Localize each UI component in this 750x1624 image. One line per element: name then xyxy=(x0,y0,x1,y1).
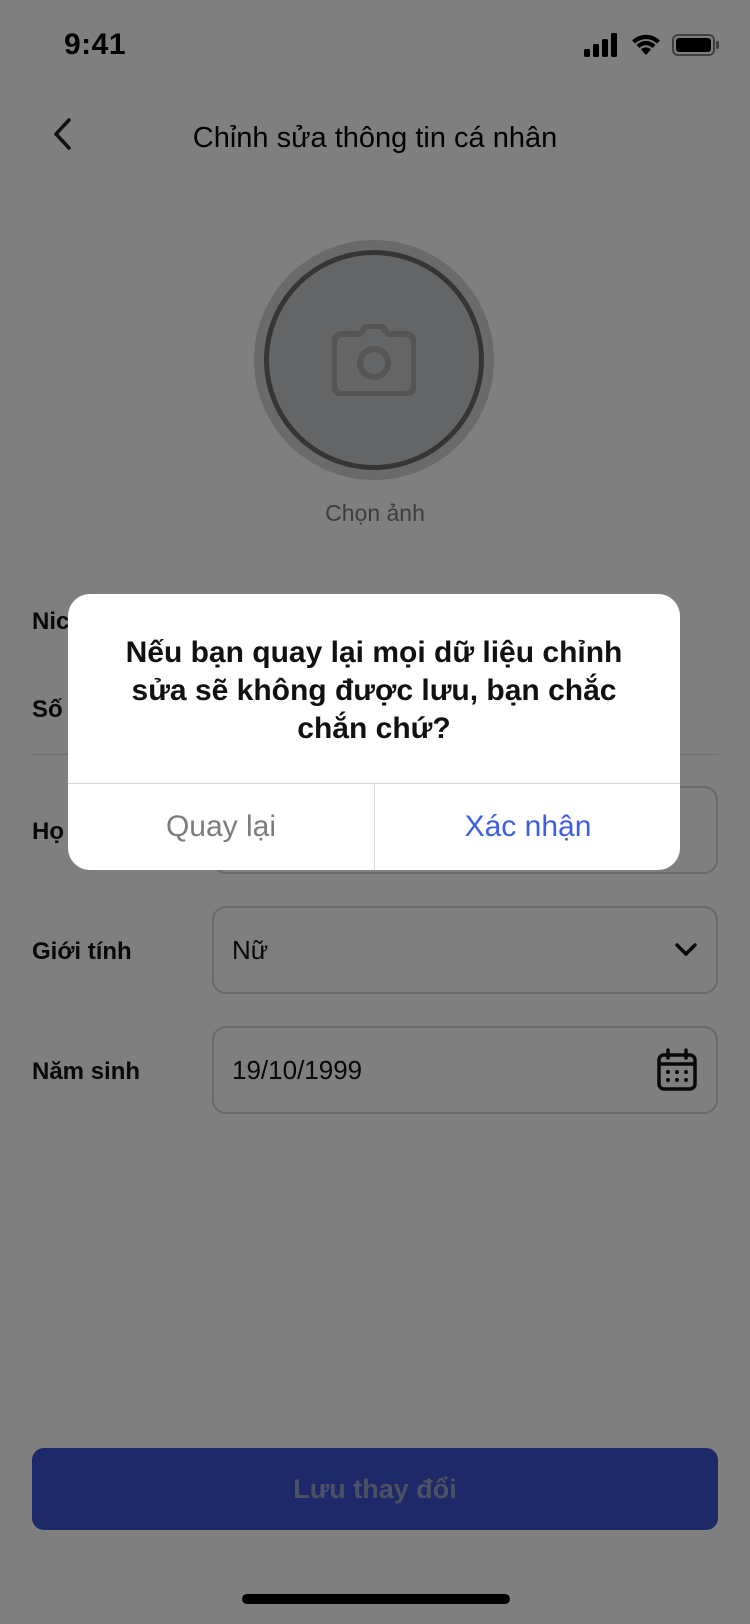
home-indicator xyxy=(242,1594,510,1604)
edit-profile-screen: 9:41 Chỉnh sửa thông tin cá nhân xyxy=(0,0,750,1624)
dialog-confirm-button[interactable]: Xác nhận xyxy=(375,784,680,870)
dialog-cancel-button[interactable]: Quay lại xyxy=(68,784,374,870)
dialog-message: Nếu bạn quay lại mọi dữ liệu chỉnh sửa s… xyxy=(125,636,623,745)
confirm-dialog: Nếu bạn quay lại mọi dữ liệu chỉnh sửa s… xyxy=(68,594,680,870)
